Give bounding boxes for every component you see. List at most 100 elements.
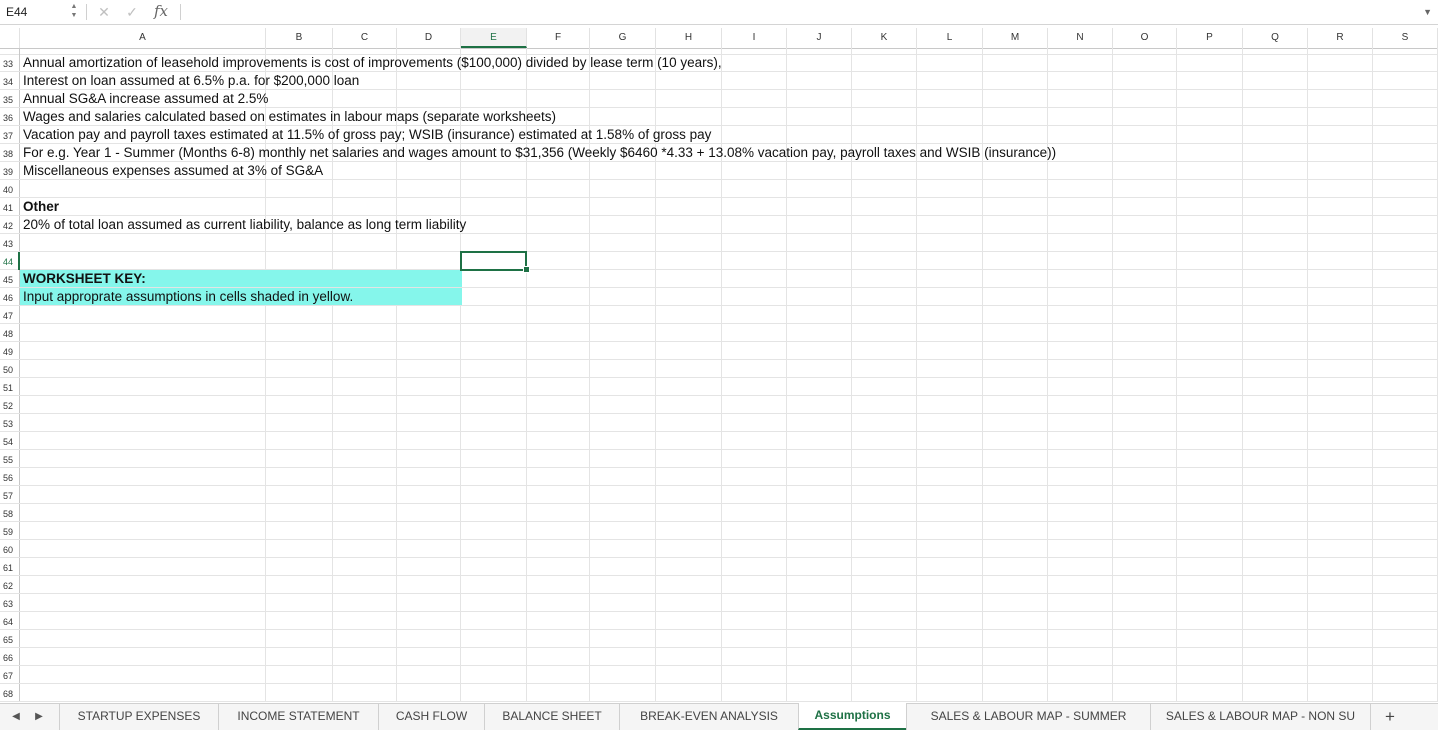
row-number[interactable]: 50 bbox=[0, 360, 20, 378]
column-header-d[interactable]: D bbox=[397, 28, 461, 48]
column-header-k[interactable]: K bbox=[852, 28, 917, 48]
spreadsheet-row: 47 bbox=[0, 306, 1438, 324]
spreadsheet-row: 57 bbox=[0, 486, 1438, 504]
row-number[interactable]: 54 bbox=[0, 432, 20, 450]
sheet-tab[interactable]: INCOME STATEMENT bbox=[218, 704, 378, 730]
row-number[interactable]: 56 bbox=[0, 468, 20, 486]
column-header-j[interactable]: J bbox=[787, 28, 852, 48]
next-sheet-icon[interactable]: ▶ bbox=[31, 704, 47, 730]
column-header-a[interactable]: A bbox=[20, 28, 266, 48]
sheet-tab[interactable]: Assumptions bbox=[798, 703, 906, 730]
cell-a-text[interactable]: Annual SG&A increase assumed at 2.5% bbox=[23, 90, 268, 108]
sheet-tab[interactable]: STARTUP EXPENSES bbox=[59, 704, 218, 730]
row-number[interactable]: 62 bbox=[0, 576, 20, 594]
row-number[interactable]: 37 bbox=[0, 126, 20, 144]
spreadsheet-row: 46 Input approprate assumptions in cells … bbox=[0, 288, 1438, 306]
cell-a-text[interactable]: WORKSHEET KEY: bbox=[23, 270, 146, 288]
row-number[interactable]: 45 bbox=[0, 270, 20, 288]
row-number[interactable]: 59 bbox=[0, 522, 20, 540]
column-header-e[interactable]: E bbox=[461, 28, 527, 48]
row-number[interactable]: 38 bbox=[0, 144, 20, 162]
function-icon[interactable]: fx bbox=[154, 0, 168, 24]
column-header-h[interactable]: H bbox=[656, 28, 722, 48]
spreadsheet-row: 39 Miscellaneous expenses assumed at 3% o… bbox=[0, 162, 1438, 180]
row-number[interactable]: 61 bbox=[0, 558, 20, 576]
confirm-icon[interactable]: ✓ bbox=[124, 0, 140, 24]
column-header-i[interactable]: I bbox=[722, 28, 787, 48]
spreadsheet-row: 44 bbox=[0, 252, 1438, 270]
row-number[interactable]: 46 bbox=[0, 288, 20, 306]
column-header-r[interactable]: R bbox=[1308, 28, 1373, 48]
cell-a-text[interactable]: Wages and salaries calculated based on e… bbox=[23, 108, 556, 126]
row-number[interactable]: 34 bbox=[0, 72, 20, 90]
cell-a-text[interactable]: For e.g. Year 1 - Summer (Months 6-8) mo… bbox=[23, 144, 1056, 162]
spreadsheet-row: 35 Annual SG&A increase assumed at 2.5% bbox=[0, 90, 1438, 108]
spreadsheet-row: 61 bbox=[0, 558, 1438, 576]
row-number[interactable]: 58 bbox=[0, 504, 20, 522]
select-all-corner[interactable] bbox=[0, 28, 20, 48]
row-number[interactable]: 49 bbox=[0, 342, 20, 360]
row-number[interactable]: 48 bbox=[0, 324, 20, 342]
cell-a-text[interactable]: 20% of total loan assumed as current lia… bbox=[23, 216, 466, 234]
column-header-m[interactable]: M bbox=[983, 28, 1048, 48]
selected-cell[interactable] bbox=[460, 251, 527, 271]
sheet-tab[interactable]: SALES & LABOUR MAP - NON SU bbox=[1150, 704, 1370, 730]
column-header-s[interactable]: S bbox=[1373, 28, 1438, 48]
row-number[interactable]: 57 bbox=[0, 486, 20, 504]
row-number[interactable]: 44 bbox=[0, 252, 20, 270]
column-header-p[interactable]: P bbox=[1177, 28, 1243, 48]
column-header-n[interactable]: N bbox=[1048, 28, 1113, 48]
sheet-tab[interactable]: BALANCE SHEET bbox=[484, 704, 619, 730]
add-sheet-button[interactable]: + bbox=[1380, 704, 1400, 730]
row-number[interactable]: 66 bbox=[0, 648, 20, 666]
spreadsheet-row: 59 bbox=[0, 522, 1438, 540]
cell-a-text[interactable]: Input approprate assumptions in cells sh… bbox=[23, 288, 353, 306]
name-box-stepper[interactable]: ▲ ▼ bbox=[68, 2, 80, 22]
down-arrow-icon[interactable]: ▼ bbox=[68, 12, 80, 20]
row-number[interactable]: 53 bbox=[0, 414, 20, 432]
sheet-tab[interactable]: CASH FLOW bbox=[378, 704, 484, 730]
cancel-icon[interactable]: ✕ bbox=[96, 0, 112, 24]
row-number[interactable]: 52 bbox=[0, 396, 20, 414]
cell-a-text[interactable]: Interest on loan assumed at 6.5% p.a. fo… bbox=[23, 72, 359, 90]
row-number[interactable]: 36 bbox=[0, 108, 20, 126]
row-number[interactable]: 40 bbox=[0, 180, 20, 198]
name-box[interactable]: E44 bbox=[0, 0, 64, 24]
row-number[interactable]: 51 bbox=[0, 378, 20, 396]
cell-a-text[interactable]: Miscellaneous expenses assumed at 3% of … bbox=[23, 162, 323, 180]
row-number[interactable]: 42 bbox=[0, 216, 20, 234]
column-header-l[interactable]: L bbox=[917, 28, 983, 48]
row-number[interactable]: 68 bbox=[0, 684, 20, 702]
row-number[interactable]: 41 bbox=[0, 198, 20, 216]
column-header-c[interactable]: C bbox=[333, 28, 397, 48]
spreadsheet-row: 66 bbox=[0, 648, 1438, 666]
row-number[interactable]: 64 bbox=[0, 612, 20, 630]
row-number[interactable]: 63 bbox=[0, 594, 20, 612]
expand-formula-bar-icon[interactable]: ▼ bbox=[1423, 0, 1432, 24]
column-header-q[interactable]: Q bbox=[1243, 28, 1308, 48]
sheet-tab[interactable]: BREAK-EVEN ANALYSIS bbox=[619, 704, 798, 730]
spreadsheet-grid[interactable]: 33 Annual amortization of leasehold impro… bbox=[0, 48, 1438, 702]
row-number[interactable]: 67 bbox=[0, 666, 20, 684]
row-number[interactable]: 43 bbox=[0, 234, 20, 252]
row-number[interactable]: 65 bbox=[0, 630, 20, 648]
row-number[interactable]: 55 bbox=[0, 450, 20, 468]
cell-a-text[interactable]: Other bbox=[23, 198, 59, 216]
column-header-f[interactable]: F bbox=[527, 28, 590, 48]
cell-a-text[interactable]: Vacation pay and payroll taxes estimated… bbox=[23, 126, 711, 144]
previous-sheet-icon[interactable]: ◀ bbox=[8, 704, 24, 730]
sheet-tab[interactable]: SALES & LABOUR MAP - SUMMER bbox=[906, 704, 1150, 730]
row-number[interactable]: 33 bbox=[0, 54, 20, 72]
row-number[interactable]: 39 bbox=[0, 162, 20, 180]
formula-input[interactable] bbox=[184, 2, 1418, 24]
column-header-o[interactable]: O bbox=[1113, 28, 1177, 48]
cell-a-text[interactable]: Annual amortization of leasehold improve… bbox=[23, 54, 722, 72]
column-header-b[interactable]: B bbox=[266, 28, 333, 48]
divider bbox=[86, 4, 87, 20]
spreadsheet-row: 63 bbox=[0, 594, 1438, 612]
column-header-g[interactable]: G bbox=[590, 28, 656, 48]
row-number[interactable]: 47 bbox=[0, 306, 20, 324]
row-number[interactable]: 60 bbox=[0, 540, 20, 558]
row-number[interactable]: 35 bbox=[0, 90, 20, 108]
up-arrow-icon[interactable]: ▲ bbox=[68, 3, 80, 11]
